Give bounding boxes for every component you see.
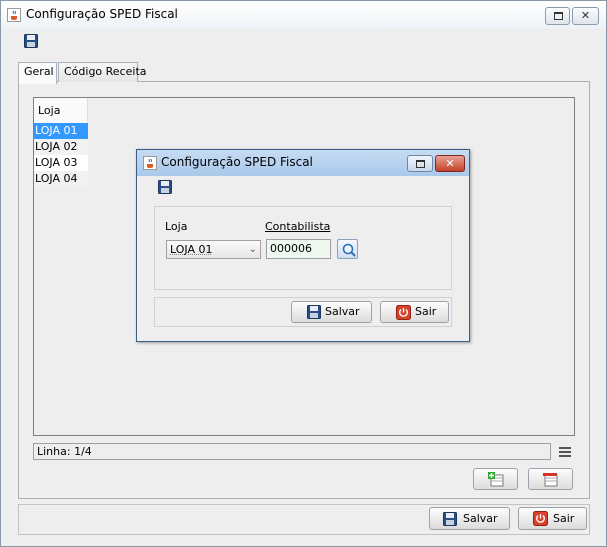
dialog-exit-button[interactable]: Sair bbox=[380, 301, 449, 323]
table-row[interactable]: LOJA 02 bbox=[34, 139, 88, 155]
power-icon bbox=[396, 305, 411, 320]
dialog-save-label: Salvar bbox=[325, 305, 360, 318]
tab-codigo-receita[interactable]: Código Receita bbox=[58, 62, 147, 82]
floppy-disk-icon[interactable] bbox=[158, 180, 172, 194]
table-header-loja[interactable]: Loja bbox=[34, 98, 88, 123]
dialog-title: Configuração SPED Fiscal bbox=[161, 155, 313, 169]
lookup-button[interactable] bbox=[337, 239, 358, 259]
dialog-close-button[interactable]: ✕ bbox=[435, 155, 465, 172]
dialog-exit-label: Sair bbox=[415, 305, 437, 318]
delete-row-icon bbox=[543, 473, 558, 487]
loja-label: Loja bbox=[165, 220, 188, 233]
floppy-disk-icon[interactable] bbox=[24, 34, 38, 48]
exit-button[interactable]: Sair bbox=[518, 507, 587, 530]
java-cup-icon bbox=[7, 8, 21, 22]
table-row[interactable]: LOJA 04 bbox=[34, 171, 88, 187]
floppy-disk-icon bbox=[307, 305, 321, 319]
contabilista-label: Contabilista bbox=[265, 220, 331, 233]
save-button-label: Salvar bbox=[463, 512, 498, 525]
restore-icon bbox=[554, 12, 563, 20]
tab-geral[interactable]: Geral bbox=[18, 62, 57, 84]
exit-button-label: Sair bbox=[553, 512, 575, 525]
restore-button[interactable] bbox=[545, 7, 570, 25]
floppy-disk-icon bbox=[443, 512, 457, 526]
loja-select-value: LOJA 01 bbox=[170, 243, 213, 256]
add-row-button[interactable] bbox=[473, 468, 518, 490]
menu-lines-icon[interactable] bbox=[559, 447, 571, 458]
close-button[interactable]: ✕ bbox=[572, 7, 599, 25]
column-header-label: Loja bbox=[38, 104, 61, 117]
restore-icon bbox=[416, 160, 425, 168]
dialog-title-bar[interactable]: Configuração SPED Fiscal ✕ bbox=[137, 150, 469, 176]
dialog-restore-button[interactable] bbox=[407, 155, 433, 172]
status-line: Linha: 1/4 bbox=[33, 443, 551, 460]
save-button[interactable]: Salvar bbox=[429, 507, 510, 530]
loja-select[interactable]: LOJA 01 ⌄ bbox=[166, 240, 261, 259]
close-icon: ✕ bbox=[580, 9, 591, 22]
java-cup-icon bbox=[143, 156, 157, 170]
power-icon bbox=[533, 511, 548, 526]
chevron-down-icon: ⌄ bbox=[248, 244, 257, 255]
main-window: Configuração SPED Fiscal ✕ Geral Código … bbox=[0, 0, 607, 547]
delete-row-button[interactable] bbox=[528, 468, 573, 490]
title-bar[interactable]: Configuração SPED Fiscal ✕ bbox=[1, 1, 606, 29]
table-row[interactable]: LOJA 03 bbox=[34, 155, 88, 171]
add-row-icon bbox=[488, 472, 504, 487]
close-icon: ✕ bbox=[445, 157, 455, 170]
window-title: Configuração SPED Fiscal bbox=[26, 7, 178, 21]
contabilista-field[interactable]: 000006 bbox=[266, 239, 331, 259]
table-row[interactable]: LOJA 01 bbox=[34, 123, 88, 139]
search-icon bbox=[342, 243, 356, 257]
dialog-save-button[interactable]: Salvar bbox=[291, 301, 372, 323]
